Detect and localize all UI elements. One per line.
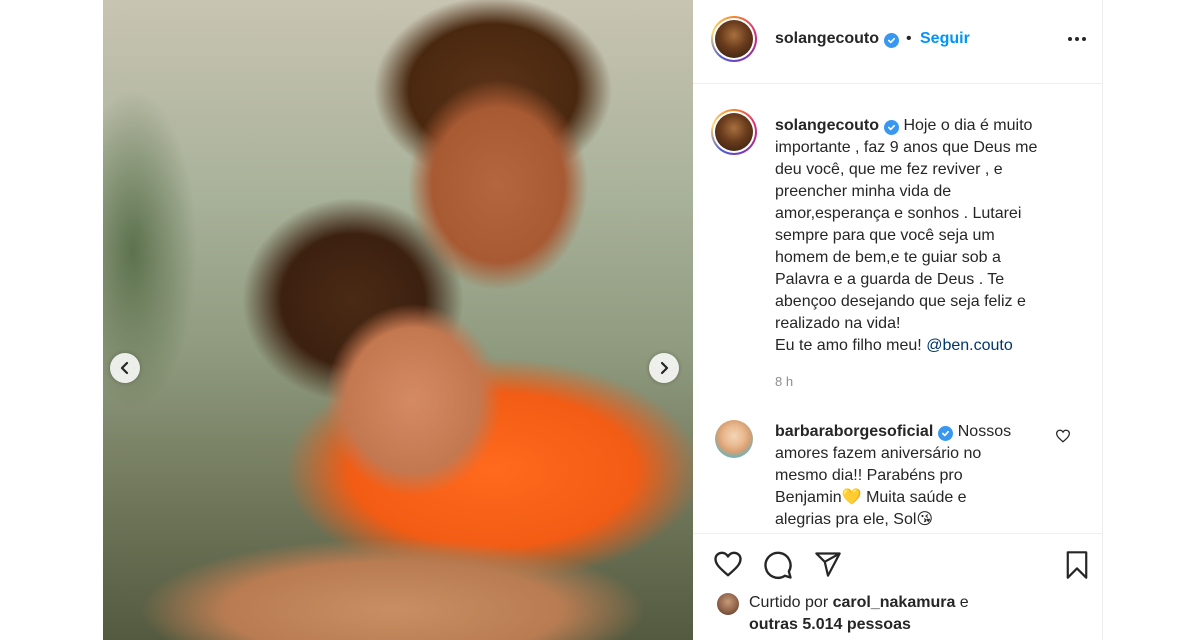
post-actions: Curtido por carol_nakamura e outras 5.01… bbox=[693, 533, 1103, 640]
post-panel: solangecouto • Seguir solangecouto Hoje … bbox=[693, 0, 1103, 640]
comment-like-heart-icon[interactable] bbox=[1055, 429, 1071, 443]
mention-link[interactable]: @ben.couto bbox=[926, 337, 1013, 354]
caption-avatar[interactable] bbox=[711, 109, 757, 155]
caption-line: sempre para que você seja um bbox=[775, 227, 995, 244]
comment-line: mesmo dia!! Parabéns pro bbox=[775, 467, 963, 484]
verified-icon bbox=[938, 426, 954, 441]
liker-username[interactable]: carol_nakamura bbox=[833, 594, 956, 611]
follow-button[interactable]: Seguir bbox=[920, 30, 970, 48]
author-username-text[interactable]: solangecouto bbox=[775, 30, 879, 47]
bookmark-icon[interactable] bbox=[1065, 550, 1089, 580]
caption-line: preencher minha vida de bbox=[775, 183, 952, 200]
chevron-left-icon bbox=[120, 361, 129, 375]
more-icon[interactable] bbox=[1067, 36, 1087, 42]
commenter-username[interactable]: barbaraborgesoficial bbox=[775, 423, 933, 440]
separator-dot: • bbox=[906, 30, 912, 47]
caption-line: deu você, que me fez reviver , e bbox=[775, 161, 1003, 178]
comment-line: alegrias pra ele, Sol😘 bbox=[775, 511, 934, 528]
author-avatar[interactable] bbox=[711, 16, 757, 62]
liker-avatar[interactable] bbox=[717, 593, 739, 615]
heart-icon[interactable] bbox=[713, 550, 743, 578]
caption-line: homem de bem,e te guiar sob a bbox=[775, 249, 1001, 266]
caption-line: abençoo desejando que seja feliz e bbox=[775, 293, 1026, 310]
comment-line: Nossos bbox=[957, 423, 1012, 440]
comment-line: Benjamin💛 Muita saúde e bbox=[775, 489, 967, 506]
chevron-right-icon bbox=[660, 361, 669, 375]
commenter-avatar[interactable] bbox=[715, 420, 753, 458]
carousel-next-button[interactable] bbox=[649, 353, 679, 383]
likes-summary: Curtido por carol_nakamura e outras 5.01… bbox=[749, 592, 969, 636]
caption-line: Palavra e a guarda de Deus . Te bbox=[775, 271, 1005, 288]
comment-text: barbaraborgesoficial Nossos amores fazem… bbox=[775, 421, 1025, 531]
caption-line: Eu te amo filho meu! bbox=[775, 337, 922, 354]
comment-line: amores fazem aniversário no bbox=[775, 445, 982, 462]
likes-count-link[interactable]: outras 5.014 pessoas bbox=[749, 616, 911, 633]
caption-text: solangecouto Hoje o dia é muito importan… bbox=[775, 115, 1065, 357]
likes-prefix: Curtido por bbox=[749, 594, 829, 611]
caption-line: importante , faz 9 anos que Deus me bbox=[775, 139, 1038, 156]
post-header: solangecouto • Seguir bbox=[693, 0, 1103, 84]
post-timestamp[interactable]: 8 h bbox=[775, 374, 793, 389]
caption-line: Hoje o dia é muito bbox=[903, 117, 1033, 134]
caption-line: realizado na vida! bbox=[775, 315, 901, 332]
carousel-prev-button[interactable] bbox=[110, 353, 140, 383]
likes-conj: e bbox=[959, 594, 969, 611]
comments-section[interactable]: solangecouto Hoje o dia é muito importan… bbox=[693, 85, 1103, 533]
caption-line: amor,esperança e sonhos . Lutarei bbox=[775, 205, 1022, 222]
verified-icon bbox=[884, 33, 900, 48]
photo-arms bbox=[123, 540, 663, 640]
verified-icon bbox=[884, 120, 900, 135]
post-photo[interactable] bbox=[103, 0, 693, 640]
caption-username[interactable]: solangecouto bbox=[775, 117, 879, 134]
comment-icon[interactable] bbox=[763, 550, 793, 580]
share-icon[interactable] bbox=[813, 550, 843, 578]
author-username[interactable]: solangecouto bbox=[775, 30, 900, 48]
